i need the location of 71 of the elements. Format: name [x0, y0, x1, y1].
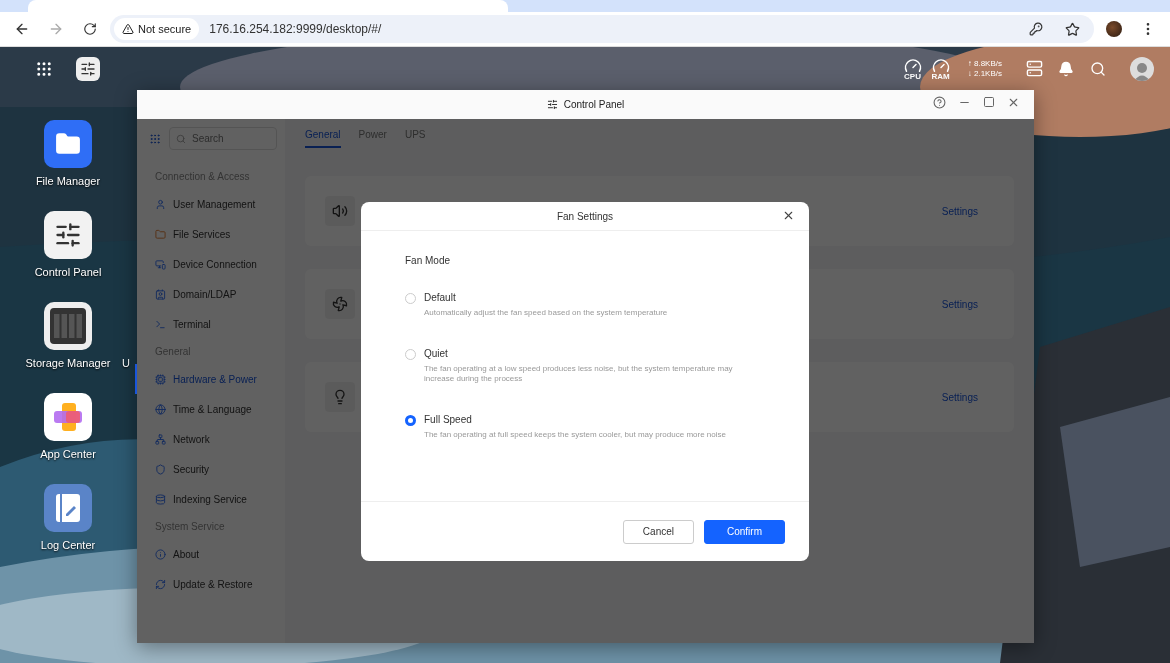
network-icon [155, 433, 166, 445]
database-icon [155, 493, 166, 505]
maximize-icon[interactable] [983, 96, 995, 108]
sliders-icon [80, 60, 96, 77]
option-description: The fan operating at a low speed produces less noise, but the system temperature may increase during the process [424, 364, 734, 384]
settings-link[interactable]: Settings [941, 298, 978, 310]
radio-button[interactable] [405, 415, 416, 426]
settings-link[interactable]: Settings [941, 205, 978, 217]
shield-icon [155, 463, 166, 475]
sidebar-item[interactable]: About [135, 539, 285, 569]
close-button[interactable] [782, 209, 795, 222]
sliders-icon[interactable] [44, 211, 92, 259]
devices-icon [155, 258, 166, 270]
fan-icon [325, 289, 355, 319]
security-chip[interactable]: Not secure [114, 18, 200, 40]
dialog-title: Fan Settings [556, 210, 614, 222]
globe-icon [155, 403, 166, 415]
folder-icon[interactable] [44, 120, 92, 168]
settings-link[interactable]: Settings [941, 391, 978, 403]
sidebar-item[interactable]: Update & Restore [135, 569, 285, 599]
control-panel-taskbar-button[interactable] [76, 56, 100, 81]
address-bar[interactable]: Not secure 176.16.254.182:9999/desktop/#/ [110, 15, 1094, 43]
sidebar-item[interactable]: User Management [135, 189, 285, 219]
sidebar-item[interactable]: Network [135, 424, 285, 454]
download-speed: ↓ 2.1KB/s [967, 68, 1002, 79]
help-icon[interactable] [933, 96, 946, 109]
desktop-icon-label[interactable]: Log Center [40, 539, 96, 551]
option-label: Quiet [424, 348, 449, 359]
sidebar-item[interactable]: Device Connection [135, 249, 285, 279]
forward-arrow-icon [48, 21, 64, 37]
sidebar-item[interactable]: Domain/LDAP [135, 279, 285, 309]
speaker-icon [325, 196, 355, 226]
sliders-icon [546, 99, 558, 110]
lightbulb-icon [325, 382, 355, 412]
cancel-button[interactable]: Cancel [622, 519, 694, 544]
refresh-icon [155, 578, 166, 590]
tab[interactable]: General [305, 123, 341, 148]
desktop-icon-label[interactable]: App Center [40, 448, 96, 460]
drive-bays-icon[interactable] [44, 302, 92, 350]
close-icon[interactable] [1007, 96, 1020, 109]
sidebar-item[interactable]: File Services [135, 219, 285, 249]
info-icon [155, 548, 166, 560]
app-store-icon[interactable] [44, 393, 92, 441]
option-label: Full Speed [424, 414, 473, 425]
desktop-icon-label[interactable]: Control Panel [34, 266, 102, 278]
sidebar-item[interactable]: Terminal [135, 309, 285, 339]
warning-icon [122, 23, 134, 35]
upload-speed: ↑ 8.8KB/s [967, 58, 1002, 69]
url-field[interactable]: 176.16.254.182:9999/desktop/#/ [207, 21, 1014, 37]
folder-icon [155, 228, 166, 240]
notebook-icon[interactable] [44, 484, 92, 532]
window-title: Control Panel [563, 99, 625, 110]
search-icon [176, 133, 186, 144]
terminal-icon [155, 318, 166, 330]
contact-card-icon [155, 288, 166, 300]
section-label: Fan Mode [405, 255, 452, 266]
sidebar-item[interactable]: Indexing Service [135, 484, 285, 514]
sidebar-item[interactable]: Time & Language [135, 394, 285, 424]
desktop-icon-label[interactable]: File Manager [35, 175, 101, 187]
sidebar-item[interactable]: Security [135, 454, 285, 484]
option-description: Automatically adjust the fan speed based on the system temperature [424, 308, 668, 318]
confirm-button[interactable]: Confirm [704, 519, 785, 544]
option-label: Default [424, 292, 457, 303]
chip-icon [155, 373, 166, 385]
reload-icon [83, 22, 97, 36]
option-description: The fan operating at full speed keeps the system cooler, but may produce more noise [424, 430, 726, 440]
user-icon [155, 198, 166, 210]
desktop-icon-label[interactable]: Storage Manager [25, 357, 111, 369]
desktop-icon-label[interactable]: U [122, 357, 130, 369]
ram-gauge[interactable]: RAM [931, 56, 950, 81]
cpu-gauge[interactable]: CPU [903, 56, 922, 81]
